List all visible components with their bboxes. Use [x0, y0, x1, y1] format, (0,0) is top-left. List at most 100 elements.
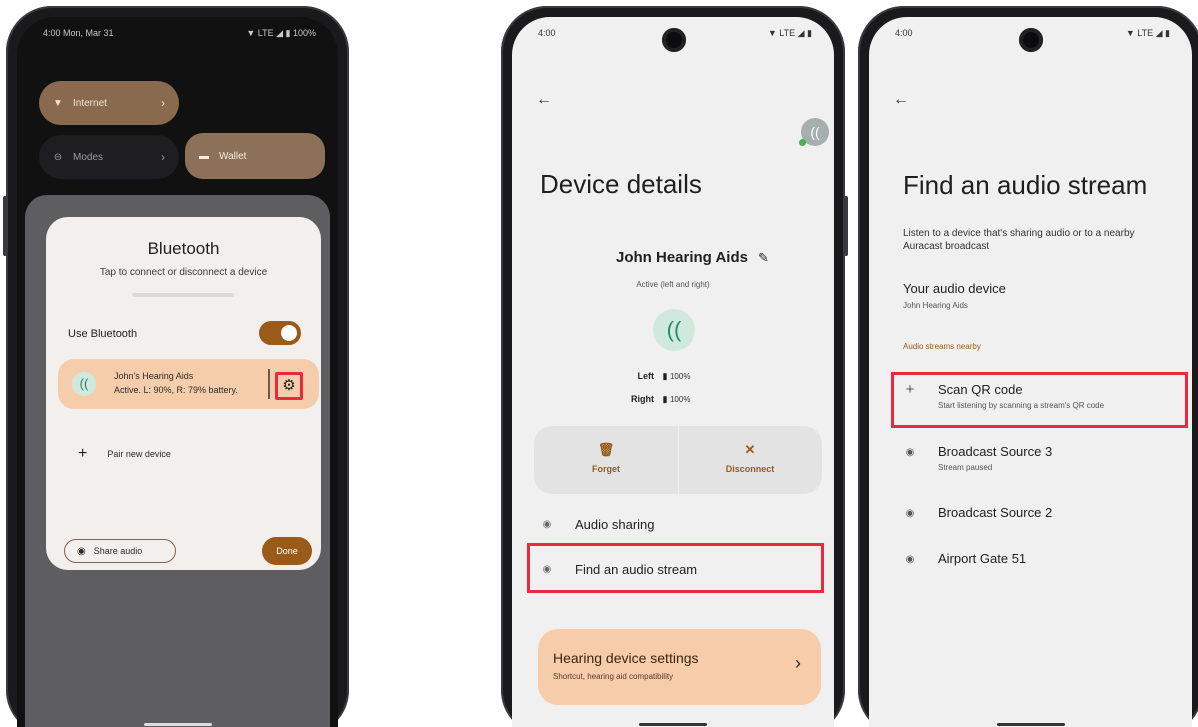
status-time: 4:00: [538, 28, 556, 38]
share-audio-icon: ◉: [77, 545, 86, 557]
device-actions: 🗑 Forget ✕ Disconnect: [534, 426, 822, 494]
toggle-knob: [281, 325, 297, 341]
divider: [268, 369, 270, 399]
wifi-icon: ▼: [53, 97, 63, 109]
stream-title: Airport Gate 51: [938, 551, 1027, 566]
find-audio-stream-row[interactable]: ◉ Find an audio stream: [540, 562, 698, 577]
page-description: Listen to a device that's sharing audio …: [903, 228, 1135, 252]
hearing-aid-icon: ((: [653, 309, 695, 351]
battery-left: Left ▮ 100%: [614, 371, 691, 382]
broadcast-icon: ◉: [542, 519, 552, 530]
chevron-right-icon: ›: [795, 653, 801, 673]
stream-title: Broadcast Source 3: [938, 444, 1053, 459]
broadcast-icon: ◉: [905, 554, 915, 565]
screen: 4:00 ▼ LTE ◢ ▮ ← (( Device details John …: [512, 17, 834, 727]
broadcast-icon: ◉: [905, 447, 915, 458]
list-item[interactable]: ◉ Airport Gate 51: [903, 551, 1183, 573]
edit-icon[interactable]: ✎: [758, 250, 769, 266]
chevron-right-icon: ›: [161, 150, 165, 164]
camera-cutout: [662, 28, 686, 52]
phone-side-button: [3, 196, 7, 256]
broadcast-icon: ◉: [542, 564, 552, 575]
tile-wallet[interactable]: ▬ Wallet: [185, 133, 325, 179]
status-icons: ▼ LTE ◢ ▮ 100%: [246, 27, 316, 38]
plus-icon: +: [905, 381, 915, 398]
divider: [132, 293, 234, 297]
audio-sharing-label: Audio sharing: [575, 517, 655, 532]
battery-side-label: Right: [631, 394, 654, 404]
forget-button[interactable]: 🗑 Forget: [534, 442, 678, 474]
status-time: 4:00 Mon, Mar 31: [43, 28, 114, 38]
home-indicator[interactable]: [143, 723, 212, 726]
dialog-title: Bluetooth: [147, 239, 220, 258]
camera-cutout: [1019, 28, 1043, 52]
device-status: Active. L: 90%, R: 79% battery.: [114, 385, 238, 395]
scan-qr-title: Scan QR code: [938, 382, 1023, 397]
device-name: John's Hearing Aids: [114, 371, 194, 381]
done-button[interactable]: Done: [262, 537, 312, 565]
pair-new-device-label: Pair new device: [107, 449, 171, 459]
find-audio-stream-label: Find an audio stream: [575, 562, 698, 577]
phone-device-details: 4:00 ▼ LTE ◢ ▮ ← (( Device details John …: [501, 6, 848, 727]
status-icons: ▼ LTE ◢ ▮: [767, 27, 812, 38]
screen: 4:00 ▼ LTE ◢ ▮ ← Find an audio stream Li…: [869, 17, 1192, 727]
back-arrow-icon[interactable]: ←: [893, 91, 909, 109]
home-indicator[interactable]: [996, 723, 1065, 726]
device-name: John Hearing Aids: [616, 249, 748, 266]
battery-icon: ▮: [662, 371, 668, 381]
pair-new-device-row[interactable]: + Pair new device: [78, 445, 171, 463]
back-arrow-icon[interactable]: ←: [536, 91, 552, 109]
trash-icon: 🗑: [597, 442, 615, 457]
screen: 4:00 Mon, Mar 31 ▼ LTE ◢ ▮ 100% ▼ Intern…: [17, 17, 338, 727]
gear-icon: ⚙: [282, 377, 296, 394]
battery-value: 100%: [669, 395, 691, 404]
share-audio-label: Share audio: [93, 546, 143, 556]
device-name-row: John Hearing Aids ✎: [616, 249, 769, 266]
page-title: Find an audio stream: [903, 170, 1148, 200]
modes-icon: ⊖: [53, 151, 63, 163]
hearing-settings-title: Hearing device settings: [553, 650, 699, 666]
hearing-aid-icon: ((: [72, 372, 96, 396]
chevron-right-icon: ›: [161, 96, 165, 110]
status-time: 4:00: [895, 28, 913, 38]
status-dot: [799, 139, 806, 146]
plus-icon: +: [78, 445, 88, 462]
list-item[interactable]: ◉ Broadcast Source 3 Stream paused: [903, 444, 1183, 478]
use-bluetooth-label: Use Bluetooth: [68, 328, 138, 340]
hearing-device-settings-card[interactable]: Hearing device settings Shortcut, hearin…: [538, 629, 821, 705]
status-icons: ▼ LTE ◢ ▮: [1125, 27, 1170, 38]
list-item[interactable]: ◉ Broadcast Source 2: [903, 505, 1183, 527]
tile-internet-label: Internet: [73, 97, 107, 109]
wallet-icon: ▬: [199, 150, 209, 162]
disconnect-button[interactable]: ✕ Disconnect: [678, 442, 822, 474]
phone-side-button: [844, 196, 848, 256]
battery-icon: ▮: [662, 394, 668, 404]
status-bar: 4:00 Mon, Mar 31 ▼ LTE ◢ ▮ 100%: [17, 17, 338, 49]
tile-internet[interactable]: ▼ Internet ›: [39, 81, 179, 125]
phone-find-audio-stream: 4:00 ▼ LTE ◢ ▮ ← Find an audio stream Li…: [858, 6, 1198, 727]
tile-wallet-label: Wallet: [219, 150, 247, 162]
audio-sharing-row[interactable]: ◉ Audio sharing: [540, 517, 655, 532]
dialog-subtitle: Tap to connect or disconnect a device: [99, 267, 268, 278]
share-audio-button[interactable]: ◉ Share audio: [64, 539, 176, 563]
tile-modes[interactable]: ⊖ Modes ›: [39, 135, 179, 179]
scan-qr-row[interactable]: + Scan QR code Start listening by scanni…: [903, 381, 1183, 416]
forget-label: Forget: [592, 464, 620, 474]
home-indicator[interactable]: [639, 723, 707, 726]
bluetooth-toggle[interactable]: [259, 321, 301, 345]
device-status: Active (left and right): [636, 280, 710, 289]
hearing-settings-subtitle: Shortcut, hearing aid compatibility: [553, 672, 674, 681]
battery-value: 100%: [669, 372, 691, 381]
stream-subtitle: Stream paused: [938, 463, 993, 472]
battery-side-label: Left: [637, 371, 655, 381]
broadcast-icon: ◉: [905, 508, 915, 519]
your-device-heading: Your audio device: [903, 281, 1006, 296]
disconnect-label: Disconnect: [725, 464, 775, 474]
device-settings-button[interactable]: ⚙: [275, 372, 303, 400]
tile-modes-label: Modes: [73, 151, 104, 163]
your-device-name: John Hearing Aids: [903, 301, 968, 310]
phone-bluetooth: 4:00 Mon, Mar 31 ▼ LTE ◢ ▮ 100% ▼ Intern…: [3, 6, 349, 727]
device-row-hearing-aids[interactable]: (( John's Hearing Aids Active. L: 90%, R…: [58, 359, 319, 409]
close-icon: ✕: [744, 442, 756, 457]
bluetooth-dialog: Bluetooth Tap to connect or disconnect a…: [46, 217, 321, 570]
